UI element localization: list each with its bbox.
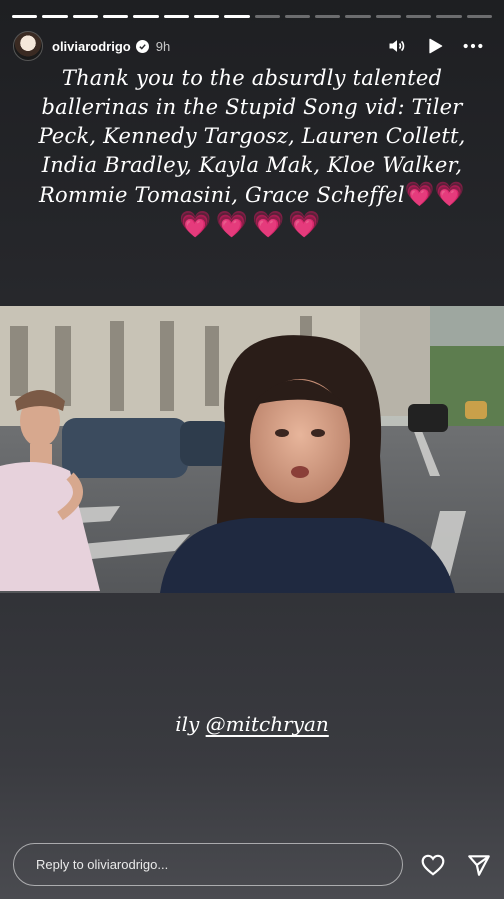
progress-segment bbox=[284, 15, 311, 18]
caption-hearts-line: 💗💗💗💗 bbox=[179, 210, 325, 240]
progress-segment bbox=[163, 15, 189, 18]
progress-segment bbox=[12, 15, 38, 18]
progress-segment bbox=[254, 15, 280, 18]
verified-badge-icon bbox=[135, 39, 149, 53]
progress-segment bbox=[406, 15, 432, 18]
progress-segment bbox=[345, 15, 371, 18]
avatar[interactable] bbox=[13, 31, 43, 61]
video-frame[interactable] bbox=[0, 306, 504, 593]
progress-segment bbox=[315, 15, 341, 18]
more-icon[interactable] bbox=[461, 34, 485, 58]
play-icon[interactable] bbox=[423, 34, 447, 58]
username[interactable]: oliviarodrigo bbox=[52, 39, 131, 54]
heart-icon[interactable] bbox=[418, 850, 448, 880]
send-icon[interactable] bbox=[464, 850, 494, 880]
progress-segment bbox=[72, 15, 98, 18]
reply-input[interactable] bbox=[34, 856, 378, 873]
mention-handle[interactable]: @mitchryan bbox=[206, 712, 329, 736]
progress-segment bbox=[102, 15, 129, 18]
mention-sticker[interactable]: ily @mitchryan bbox=[0, 712, 504, 736]
mention-prefix: ily bbox=[175, 712, 200, 736]
story-header: oliviarodrigo 9h bbox=[13, 31, 493, 61]
progress-segment bbox=[133, 15, 159, 18]
progress-segment bbox=[375, 15, 402, 18]
reply-bar[interactable] bbox=[13, 843, 403, 886]
story-progress-bar bbox=[12, 15, 492, 18]
caption-hearts-inline: 💗💗 bbox=[404, 180, 465, 208]
progress-segment bbox=[224, 15, 250, 18]
speaker-icon[interactable] bbox=[385, 34, 409, 58]
progress-segment bbox=[436, 15, 462, 18]
progress-segment bbox=[193, 15, 220, 18]
progress-segment bbox=[42, 15, 68, 18]
caption-text: Thank you to the absurdly talented balle… bbox=[38, 66, 466, 207]
story-caption: Thank you to the absurdly talented balle… bbox=[16, 64, 488, 240]
post-time: 9h bbox=[155, 38, 171, 54]
progress-segment bbox=[466, 15, 492, 18]
